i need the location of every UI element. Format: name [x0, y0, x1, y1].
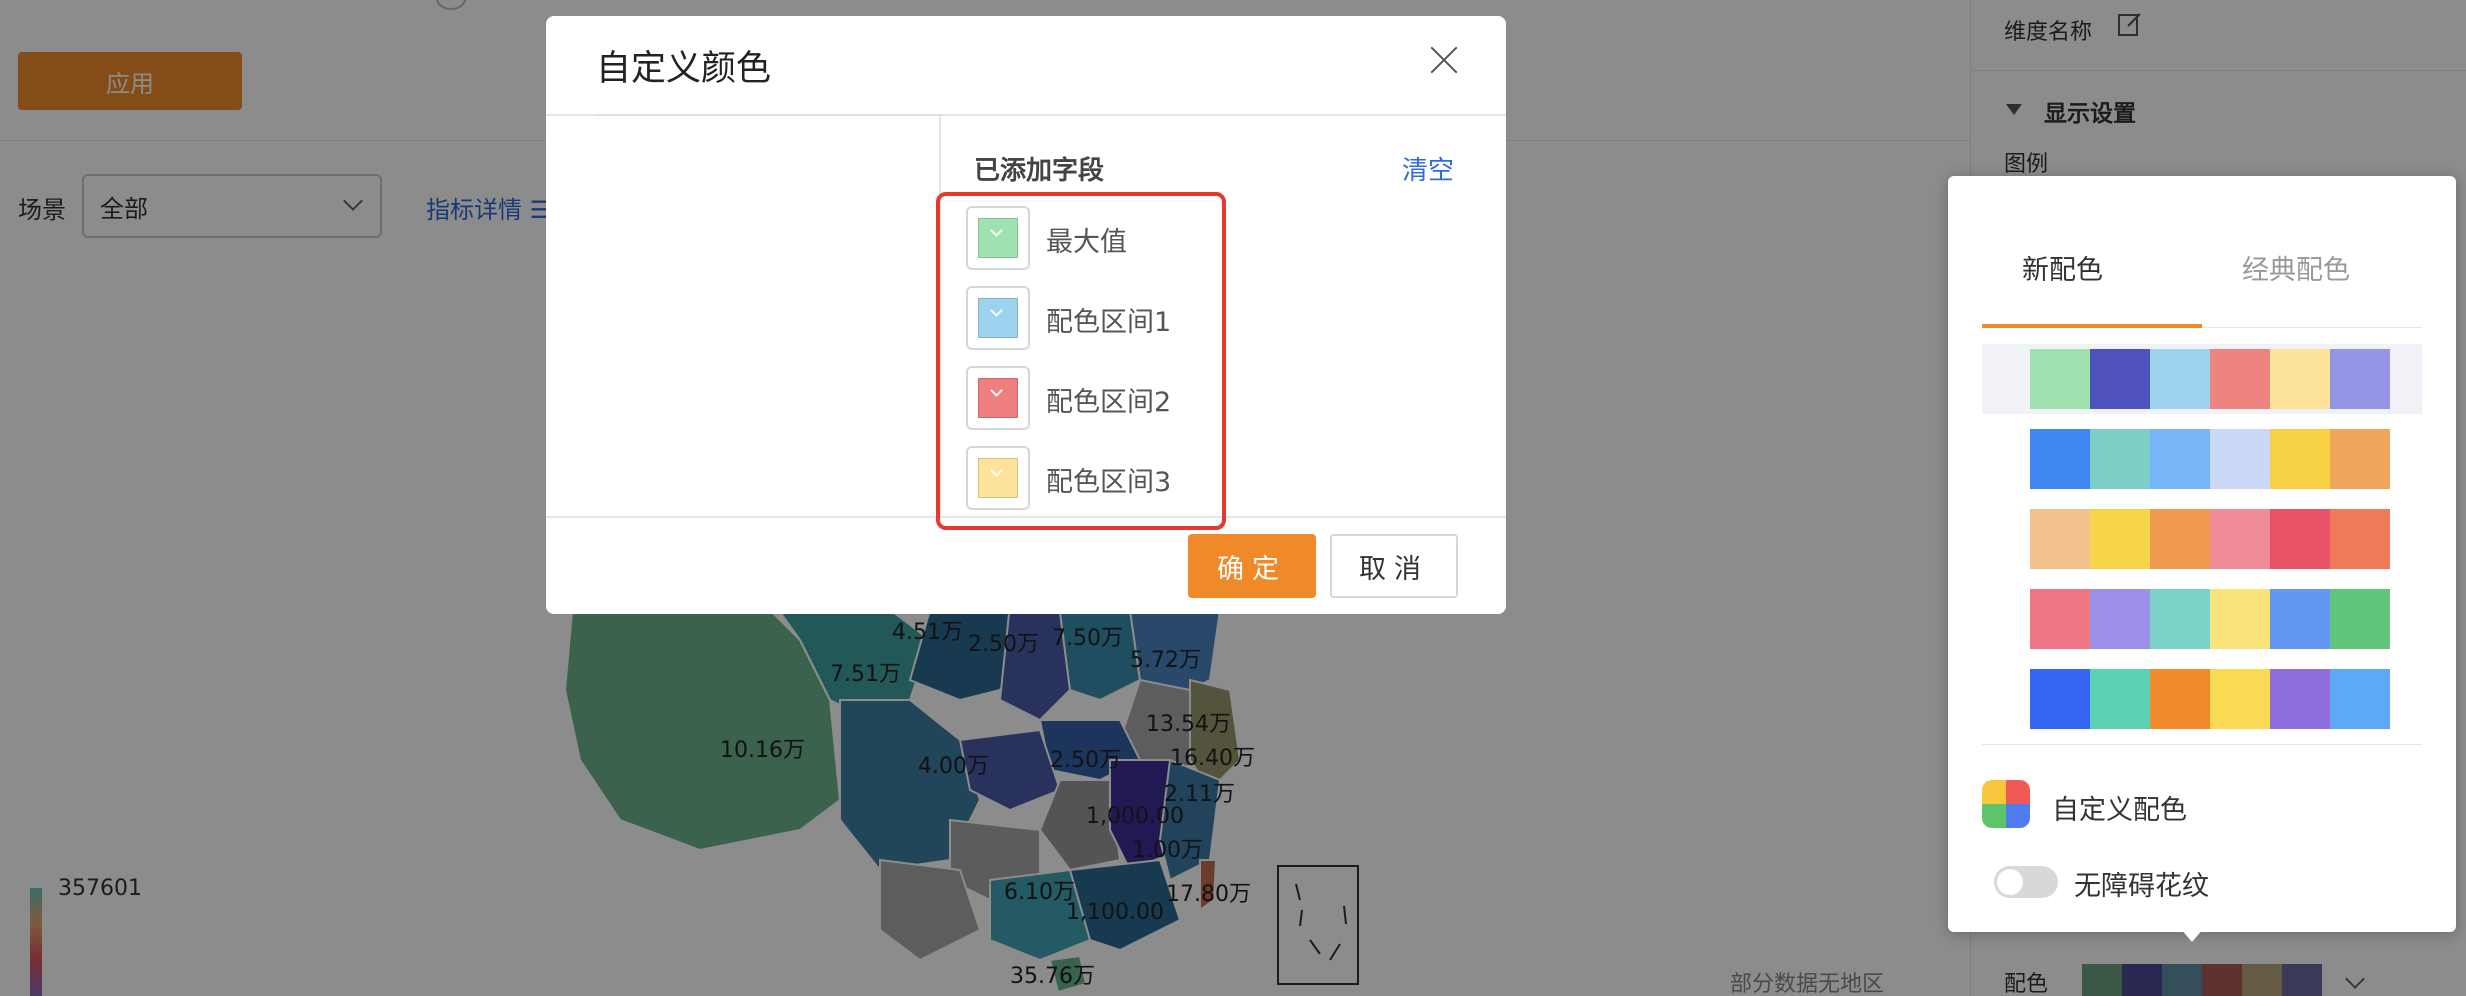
palette-swatch — [2270, 429, 2330, 489]
palette-swatch — [2270, 349, 2330, 409]
palette-option[interactable] — [1982, 504, 2422, 574]
palette-swatch — [2030, 509, 2090, 569]
palette-swatch — [2270, 669, 2330, 729]
palette-swatch — [2330, 509, 2390, 569]
field-label: 配色区间2 — [1046, 387, 1172, 418]
divider — [1982, 744, 2422, 745]
palette-swatch — [2330, 349, 2390, 409]
field-item: 配色区间2 — [966, 366, 1171, 446]
palette-swatch — [2090, 429, 2150, 489]
confirm-button[interactable]: 确定 — [1188, 534, 1316, 598]
palette-swatch — [2150, 349, 2210, 409]
divider — [596, 114, 942, 116]
palette-swatch — [2150, 669, 2210, 729]
color-swatch-button[interactable] — [966, 446, 1030, 510]
toggle-knob — [1997, 869, 2023, 895]
dialog-title: 自定义颜色 — [596, 49, 772, 89]
accessibility-pattern-toggle[interactable] — [1994, 866, 2058, 898]
color-swatch — [978, 218, 1018, 258]
color-scheme-popover: 新配色 经典配色 自定义配色 无障碍花纹 — [1948, 176, 2456, 932]
added-fields-title: 已添加字段 — [974, 156, 1105, 186]
active-tab-indicator — [1982, 324, 2202, 328]
palette-swatch — [2090, 669, 2150, 729]
popover-arrow — [2180, 928, 2204, 942]
field-item: 配色区间1 — [966, 286, 1171, 366]
palette-swatch — [2210, 349, 2270, 409]
palette-swatch — [2210, 589, 2270, 649]
palette-swatch — [2090, 509, 2150, 569]
palette-swatch — [2330, 589, 2390, 649]
palette-swatch — [2090, 589, 2150, 649]
field-label: 最大值 — [1046, 227, 1127, 258]
custom-color-dialog: 自定义颜色 已添加字段 清空 最大值 配色区间1 配色区间2 配色区间3 确定 … — [546, 16, 1506, 614]
tab-classic-palette[interactable]: 经典配色 — [2242, 248, 2350, 287]
color-swatch — [978, 458, 1018, 498]
palette-swatch — [2330, 429, 2390, 489]
custom-palette-button[interactable]: 自定义配色 — [2052, 788, 2187, 827]
palette-swatch — [2030, 429, 2090, 489]
color-swatch-button[interactable] — [966, 366, 1030, 430]
palette-swatch — [2150, 509, 2210, 569]
palette-swatch — [2210, 429, 2270, 489]
palette-swatch — [2030, 349, 2090, 409]
palette-option[interactable] — [1982, 584, 2422, 654]
color-swatch-button[interactable] — [966, 286, 1030, 350]
palette-swatch — [2030, 669, 2090, 729]
close-icon[interactable] — [1426, 42, 1462, 78]
field-list: 最大值 配色区间1 配色区间2 配色区间3 — [966, 206, 1171, 526]
palette-option[interactable] — [1982, 424, 2422, 494]
field-label: 配色区间1 — [1046, 307, 1172, 338]
palette-swatch — [2150, 589, 2210, 649]
field-item: 配色区间3 — [966, 446, 1171, 526]
accessibility-pattern-label: 无障碍花纹 — [2074, 871, 2209, 902]
palette-option[interactable] — [1982, 664, 2422, 734]
clear-button[interactable]: 清空 — [1402, 150, 1454, 187]
field-item: 最大值 — [966, 206, 1171, 286]
color-swatch-button[interactable] — [966, 206, 1030, 270]
color-swatch — [978, 298, 1018, 338]
palette-swatch — [2150, 429, 2210, 489]
cancel-button[interactable]: 取消 — [1330, 534, 1458, 598]
palette-swatch — [2030, 589, 2090, 649]
palette-swatch — [2090, 349, 2150, 409]
field-label: 配色区间3 — [1046, 467, 1172, 498]
palette-swatch — [2270, 589, 2330, 649]
color-swatch — [978, 378, 1018, 418]
palette-swatch — [2330, 669, 2390, 729]
custom-palette-icon — [1982, 780, 2030, 828]
tab-new-palette[interactable]: 新配色 — [2022, 248, 2103, 287]
palette-option[interactable] — [1982, 344, 2422, 414]
palette-swatch — [2210, 509, 2270, 569]
palette-swatch — [2270, 509, 2330, 569]
palette-swatch — [2210, 669, 2270, 729]
